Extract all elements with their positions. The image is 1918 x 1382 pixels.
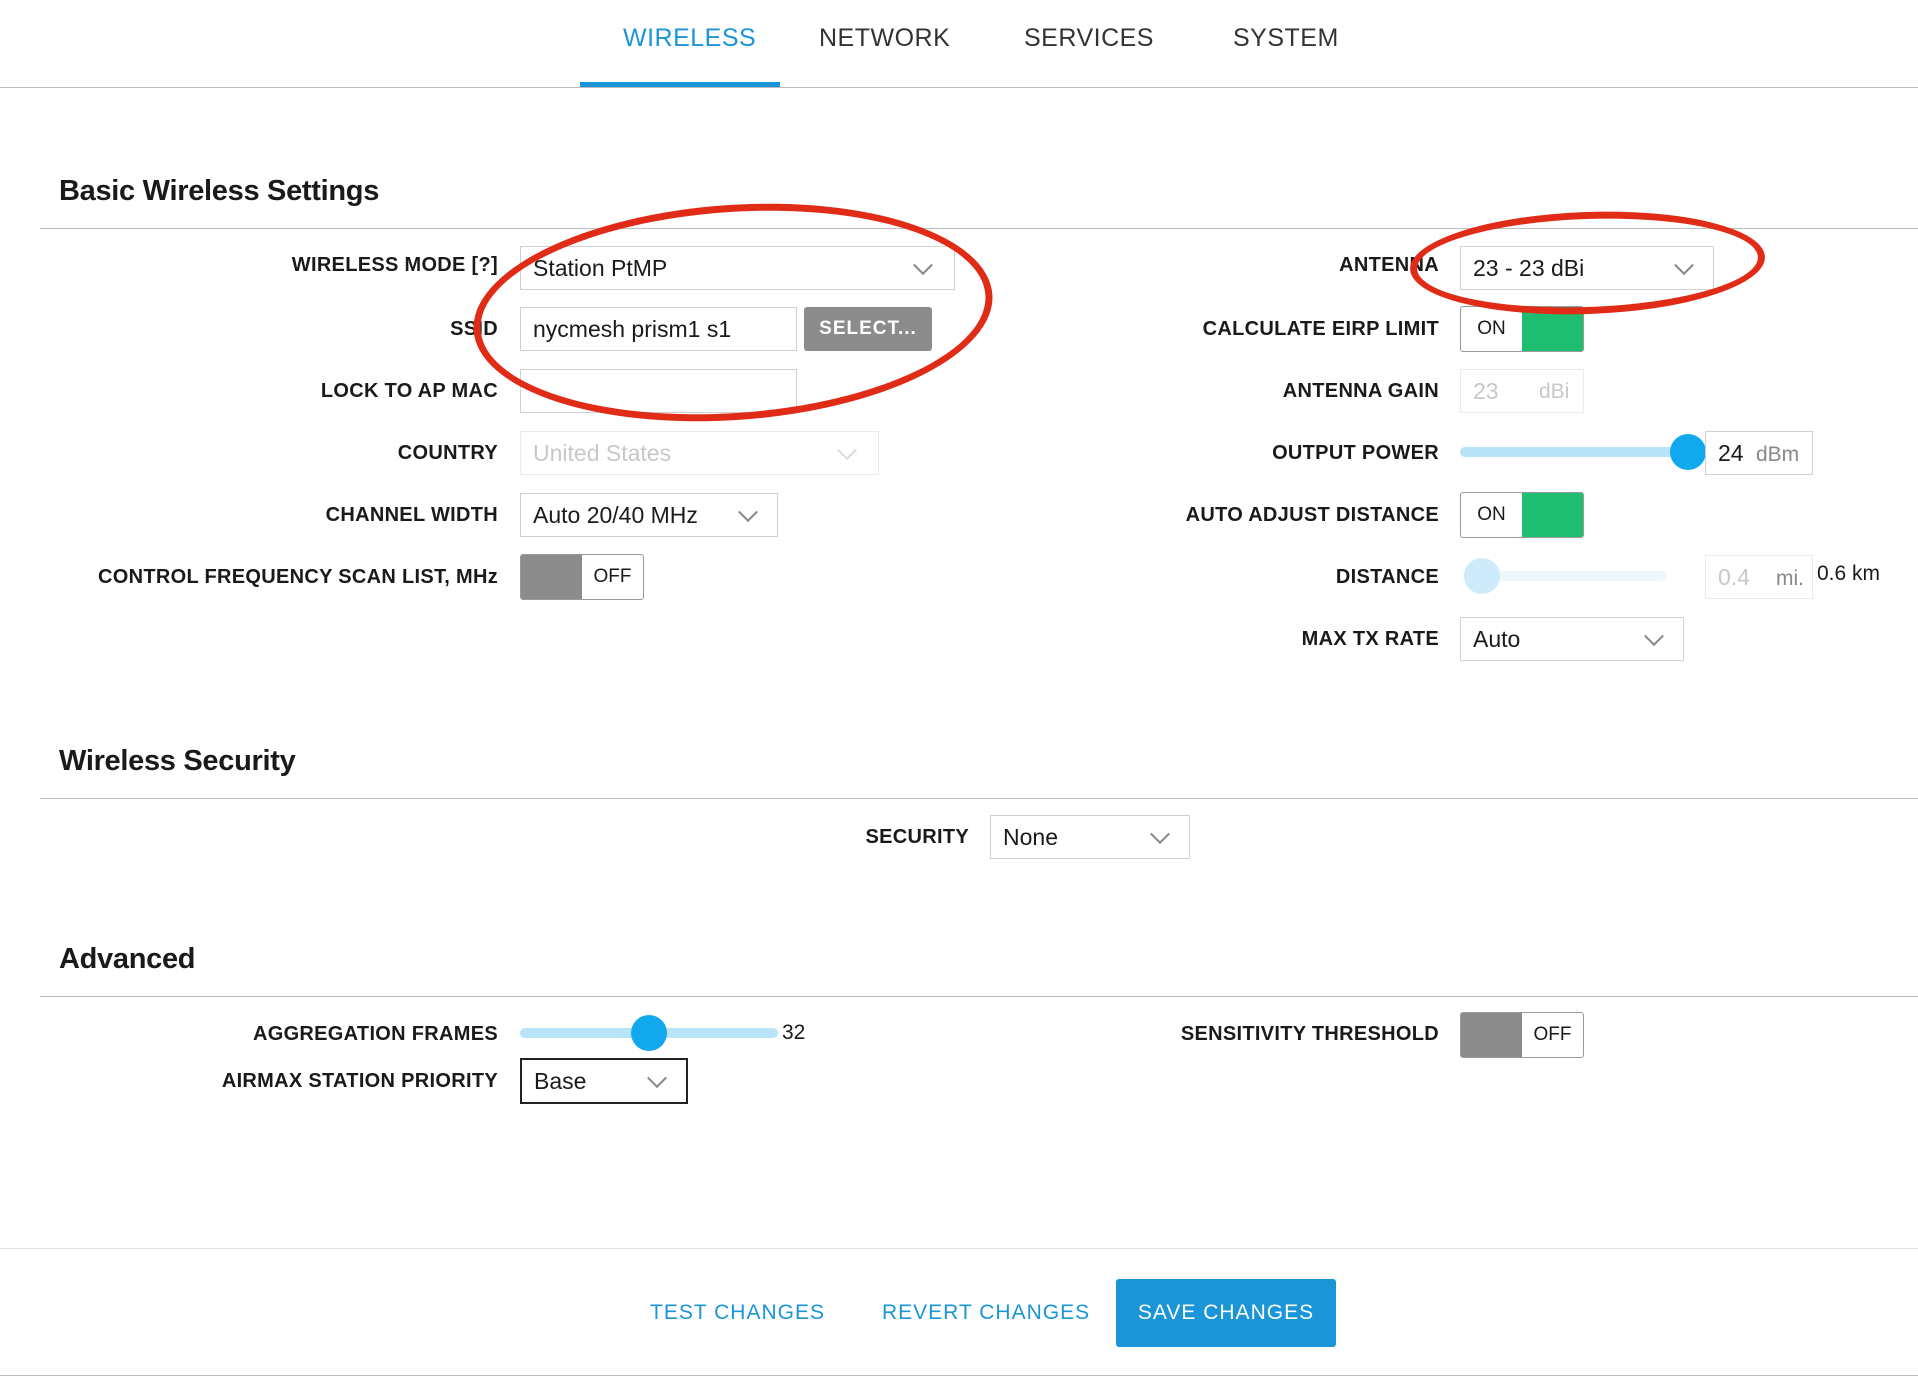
antenna-select[interactable]: 23 - 23 dBi xyxy=(1460,246,1714,290)
lock-mac-label: LOCK TO AP MAC xyxy=(320,380,498,402)
country-value: United States xyxy=(533,439,672,466)
auto-distance-toggle[interactable]: ON xyxy=(1460,492,1584,538)
antenna-label: ANTENNA xyxy=(1339,254,1439,276)
chevron-down-icon xyxy=(913,255,933,276)
chevron-down-icon xyxy=(738,502,758,523)
tab-system[interactable]: SYSTEM xyxy=(1233,24,1339,53)
ssid-input[interactable]: nycmesh prism1 s1 xyxy=(520,307,797,351)
output-power-unit: dBm xyxy=(1756,443,1800,466)
chevron-down-icon xyxy=(647,1068,667,1089)
chevron-down-icon xyxy=(837,440,857,461)
security-label: SECURITY xyxy=(865,826,969,848)
toggle-on-knob xyxy=(1522,307,1583,351)
output-power-input[interactable]: 24 dBm xyxy=(1705,431,1813,475)
wireless-mode-value: Station PtMP xyxy=(533,254,668,281)
ssid-label: SSID xyxy=(450,318,498,340)
output-power-slider-handle[interactable] xyxy=(1670,434,1706,470)
output-power-track[interactable] xyxy=(1460,447,1680,457)
section-divider-security xyxy=(40,798,1918,799)
footer-divider xyxy=(0,1248,1918,1249)
aggregation-label: AGGREGATION FRAMES xyxy=(252,1023,498,1045)
section-divider-basic xyxy=(40,228,1918,229)
airmax-select[interactable]: Base xyxy=(520,1058,688,1104)
max-tx-label: MAX TX RATE xyxy=(1301,628,1439,650)
security-value: None xyxy=(1003,823,1058,850)
tab-wireless[interactable]: WIRELESS xyxy=(623,24,756,53)
tab-services[interactable]: SERVICES xyxy=(1024,24,1154,53)
wireless-mode-select[interactable]: Station PtMP xyxy=(520,246,955,290)
section-title-advanced: Advanced xyxy=(59,943,196,975)
toggle-state: ON xyxy=(1477,318,1506,339)
toggle-off-knob xyxy=(1461,1013,1522,1057)
section-title-security: Wireless Security xyxy=(59,745,296,777)
output-power-label: OUTPUT POWER xyxy=(1272,442,1439,464)
toggle-on-knob xyxy=(1522,493,1583,537)
country-label: COUNTRY xyxy=(397,442,498,464)
channel-width-label: CHANNEL WIDTH xyxy=(325,504,498,526)
antenna-value: 23 - 23 dBi xyxy=(1473,254,1585,281)
chevron-down-icon xyxy=(1644,626,1664,647)
aggregation-value: 32 xyxy=(782,1021,806,1044)
tab-network[interactable]: NETWORK xyxy=(819,24,950,53)
toggle-state: OFF xyxy=(593,566,632,587)
sensitivity-label: SENSITIVITY THRESHOLD xyxy=(1180,1023,1439,1045)
eirp-toggle[interactable]: ON xyxy=(1460,306,1584,352)
airmax-value: Base xyxy=(534,1067,587,1094)
aggregation-slider-handle[interactable] xyxy=(631,1015,667,1051)
ssid-value: nycmesh prism1 s1 xyxy=(533,315,732,342)
max-tx-select[interactable]: Auto xyxy=(1460,617,1684,661)
airmax-label: AIRMAX STATION PRIORITY xyxy=(221,1070,498,1092)
distance-label: DISTANCE xyxy=(1335,566,1439,588)
antenna-gain-unit: dBi xyxy=(1539,380,1570,403)
wireless-mode-label: WIRELESS MODE [?] xyxy=(291,254,498,276)
chevron-down-icon xyxy=(1674,255,1694,276)
antenna-gain-label: ANTENNA GAIN xyxy=(1282,380,1439,402)
antenna-gain-value: 23 xyxy=(1473,377,1499,404)
sensitivity-toggle[interactable]: OFF xyxy=(1460,1012,1584,1058)
bottom-border xyxy=(0,1375,1918,1376)
output-power-value: 24 xyxy=(1718,439,1744,466)
security-select[interactable]: None xyxy=(990,815,1190,859)
distance-unit: mi. xyxy=(1776,567,1804,590)
tabs-divider xyxy=(0,87,1918,88)
country-select: United States xyxy=(520,431,879,475)
section-title-basic: Basic Wireless Settings xyxy=(59,175,380,207)
distance-km: 0.6 km xyxy=(1817,562,1881,585)
distance-value: 0.4 xyxy=(1718,563,1750,590)
scan-list-toggle[interactable]: OFF xyxy=(520,554,644,600)
scan-list-label: CONTROL FREQUENCY SCAN LIST, MHz xyxy=(98,566,498,588)
toggle-state: OFF xyxy=(1533,1024,1572,1045)
toggle-off-knob xyxy=(521,555,582,599)
test-changes-button[interactable]: TEST CHANGES xyxy=(650,1301,825,1325)
distance-slider-handle xyxy=(1464,558,1500,594)
lock-mac-input[interactable] xyxy=(520,369,797,413)
auto-distance-label: AUTO ADJUST DISTANCE xyxy=(1185,504,1439,526)
antenna-gain-input: 23 dBi xyxy=(1460,369,1584,413)
channel-width-value: Auto 20/40 MHz xyxy=(533,501,698,528)
channel-width-select[interactable]: Auto 20/40 MHz xyxy=(520,493,778,537)
eirp-label: CALCULATE EIRP LIMIT xyxy=(1202,318,1439,340)
distance-input: 0.4 mi. xyxy=(1705,555,1813,599)
max-tx-value: Auto xyxy=(1473,625,1521,652)
save-changes-button[interactable]: SAVE CHANGES xyxy=(1116,1279,1336,1347)
section-divider-advanced xyxy=(40,996,1918,997)
chevron-down-icon xyxy=(1150,824,1170,845)
toggle-state: ON xyxy=(1477,504,1506,525)
ssid-select-button[interactable]: SELECT... xyxy=(804,307,932,351)
revert-changes-button[interactable]: REVERT CHANGES xyxy=(882,1301,1090,1325)
